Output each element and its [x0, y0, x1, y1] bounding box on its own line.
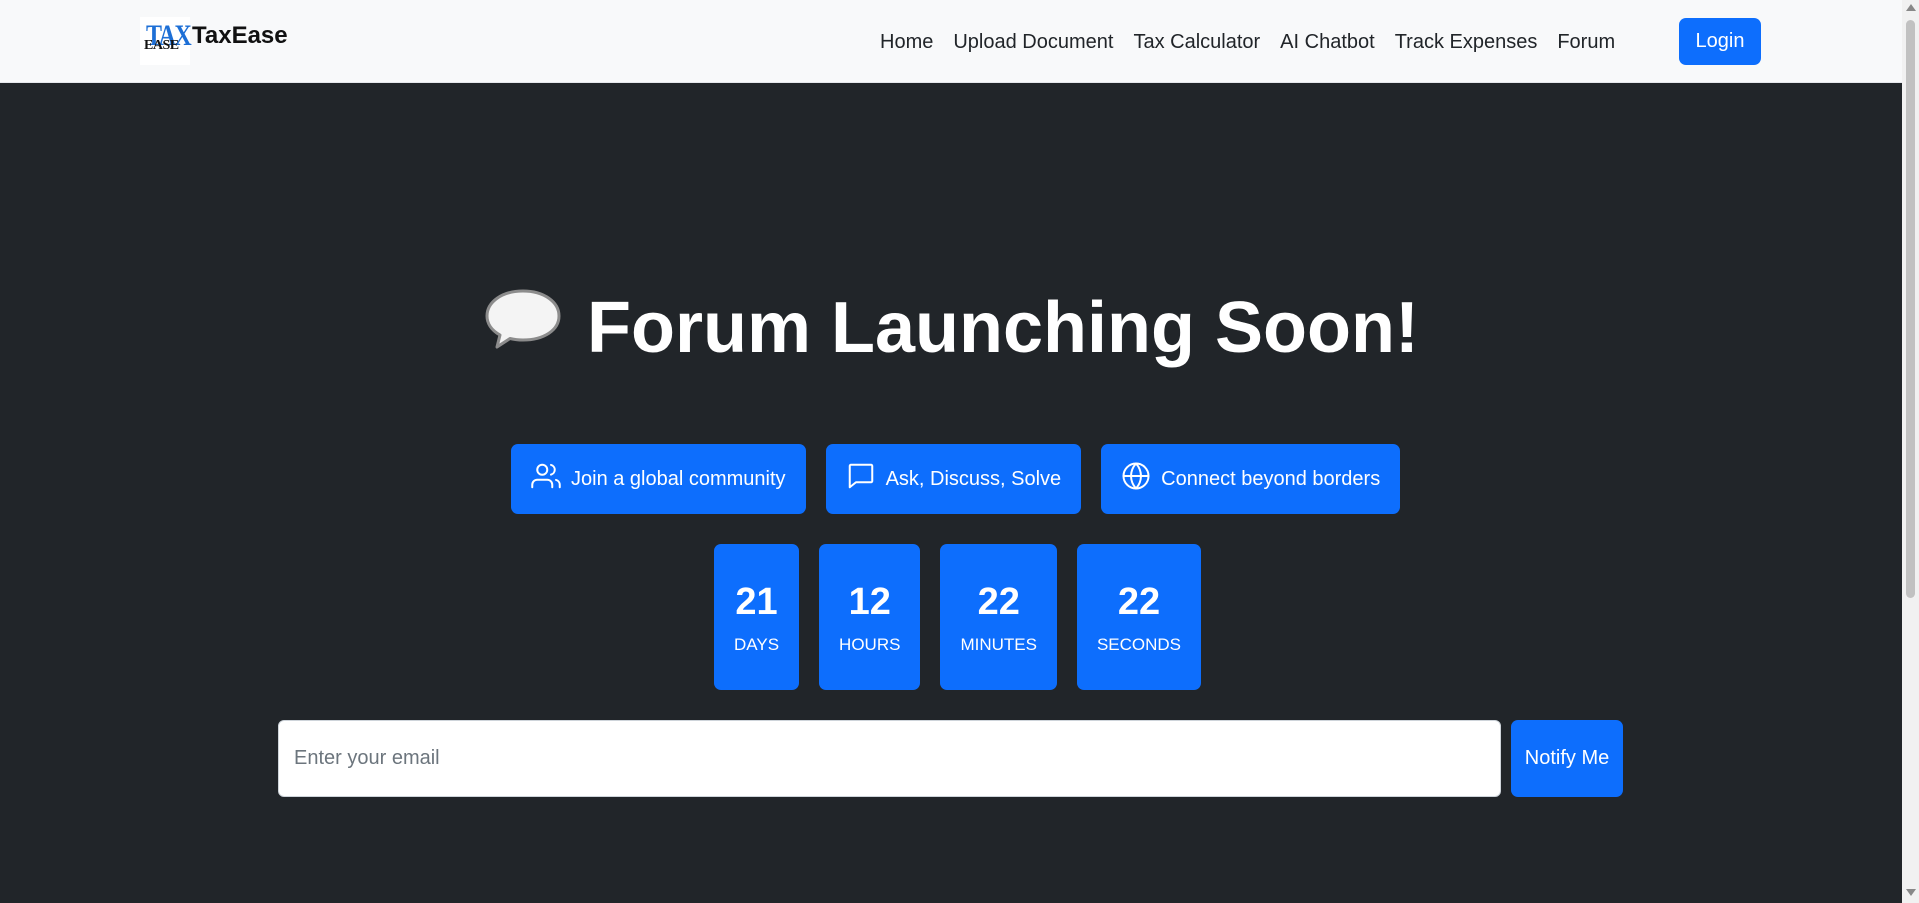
feature-label: Connect beyond borders [1161, 467, 1381, 490]
scrollbar-thumb[interactable] [1906, 20, 1915, 598]
page-title-text: Forum Launching Soon! [587, 288, 1419, 368]
nav-link-forum[interactable]: Forum [1547, 28, 1625, 56]
email-input[interactable] [278, 720, 1501, 797]
countdown-value: 12 [848, 581, 891, 623]
users-icon [531, 461, 561, 497]
page-title: Forum Launching Soon! [0, 285, 1902, 371]
countdown-label: HOURS [839, 635, 901, 654]
nav-link-upload-document[interactable]: Upload Document [943, 28, 1123, 56]
feature-label: Ask, Discuss, Solve [885, 467, 1062, 490]
countdown-label: MINUTES [960, 635, 1037, 654]
notify-me-button[interactable]: Notify Me [1511, 720, 1623, 797]
brand-link[interactable]: TAX EASE TaxEase [140, 17, 288, 65]
feature-button-community[interactable]: Join a global community [511, 444, 806, 514]
countdown-value: 22 [1117, 581, 1161, 623]
countdown-days: 21 DAYS [714, 544, 800, 690]
countdown-minutes: 22 MINUTES [940, 544, 1057, 690]
feature-label: Join a global community [571, 467, 786, 490]
feature-buttons: Join a global community Ask, Discuss, So… [511, 444, 1401, 514]
nav-link-ai-chatbot[interactable]: AI Chatbot [1270, 28, 1385, 56]
nav-links: Home Upload Document Tax Calculator AI C… [870, 28, 1625, 56]
countdown-value: 22 [977, 581, 1020, 623]
speech-bubble-icon [483, 284, 563, 370]
countdown-seconds: 22 SECONDS [1076, 544, 1202, 690]
nav-link-home[interactable]: Home [870, 28, 943, 56]
navbar: TAX EASE TaxEase Home Upload Document Ta… [0, 0, 1902, 83]
brand-name: TaxEase [192, 22, 288, 49]
nav-link-tax-calculator[interactable]: Tax Calculator [1123, 28, 1270, 56]
feature-button-discuss[interactable]: Ask, Discuss, Solve [825, 444, 1082, 514]
countdown-label: DAYS [734, 635, 780, 654]
taxease-logo: TAX EASE [140, 17, 192, 65]
countdown-label: SECONDS [1096, 635, 1182, 654]
chat-icon [846, 461, 876, 497]
countdown-value: 21 [735, 581, 778, 623]
page-scrollbar[interactable] [1902, 0, 1919, 903]
nav-link-track-expenses[interactable]: Track Expenses [1385, 28, 1548, 56]
feature-button-connect[interactable]: Connect beyond borders [1101, 444, 1401, 514]
scroll-down-arrow-icon[interactable] [1906, 889, 1916, 896]
globe-icon [1121, 461, 1151, 497]
countdown-timer: 21 DAYS 12 HOURS 22 MINUTES 22 SECONDS [714, 544, 1202, 690]
countdown-hours: 12 HOURS [819, 544, 921, 690]
login-button[interactable]: Login [1679, 18, 1761, 65]
scroll-up-arrow-icon[interactable] [1906, 4, 1916, 11]
logo-ease-text: EASE [144, 38, 179, 53]
